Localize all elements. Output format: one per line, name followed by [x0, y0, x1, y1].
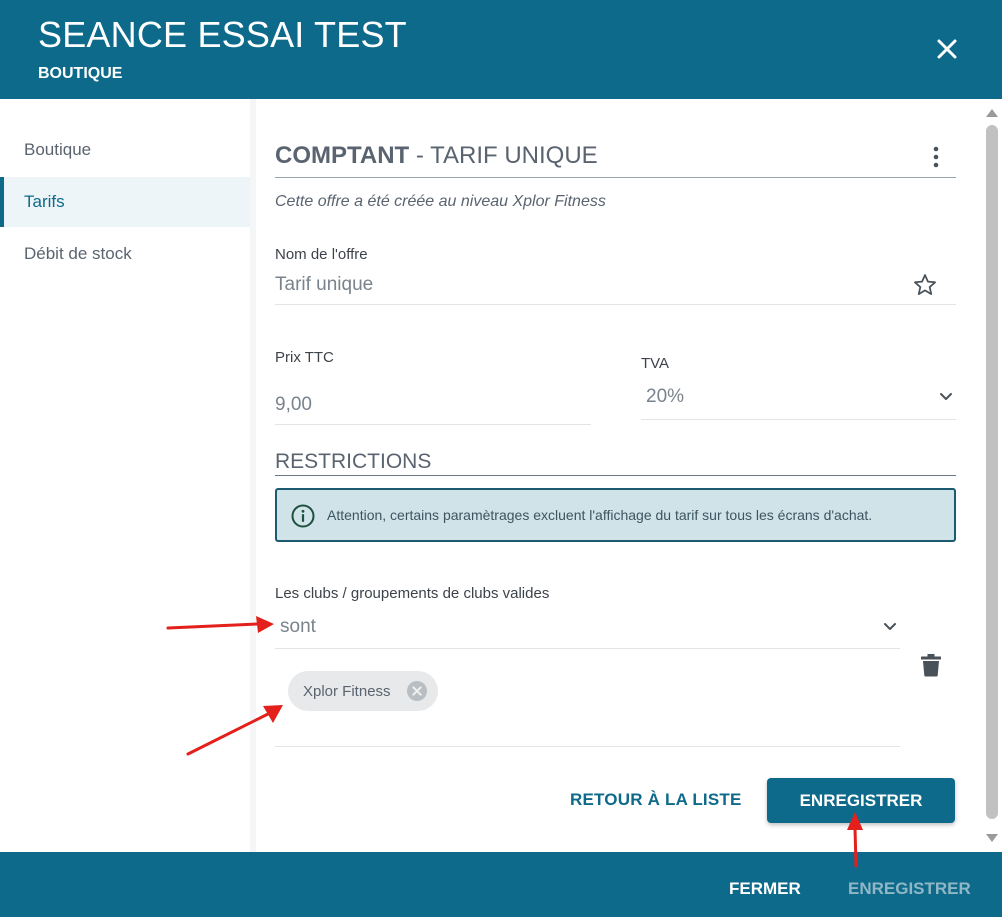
save-button[interactable]: ENREGISTRER — [767, 778, 955, 823]
trash-icon[interactable] — [920, 653, 942, 677]
alert-text: Attention, certains paramètrages excluen… — [327, 507, 873, 523]
chevron-down-icon[interactable] — [939, 392, 953, 402]
scroll-down-arrow-icon[interactable] — [986, 834, 998, 842]
modal-footer: FERMER ENREGISTRER — [0, 852, 1002, 917]
price-underline — [275, 424, 591, 425]
offer-heading: COMPTANT - TARIF UNIQUE — [275, 142, 956, 178]
price-label: Prix TTC — [275, 349, 334, 366]
clubs-operator-select[interactable]: sont — [280, 616, 316, 638]
offer-type: COMPTANT — [275, 142, 410, 169]
offer-name-label: Nom de l'offre — [275, 246, 368, 263]
sidebar-item-boutique[interactable]: Boutique — [0, 125, 250, 175]
offer-name-underline — [275, 304, 956, 305]
scroll-up-arrow-icon[interactable] — [986, 109, 998, 117]
sidebar-item-tarifs[interactable]: Tarifs — [0, 177, 250, 227]
more-options-icon[interactable] — [926, 145, 946, 169]
footer-save-button[interactable]: ENREGISTRER — [848, 879, 971, 899]
club-chip-label: Xplor Fitness — [303, 683, 391, 700]
vat-underline — [641, 419, 956, 420]
clubs-label: Les clubs / groupements de clubs valides — [275, 585, 550, 602]
sidebar-item-debit-de-stock[interactable]: Débit de stock — [0, 229, 250, 279]
sidebar-nav: Boutique Tarifs Débit de stock — [0, 99, 250, 852]
offer-title: TARIF UNIQUE — [430, 142, 598, 169]
remove-chip-icon[interactable] — [406, 680, 428, 702]
restrictions-heading: RESTRICTIONS — [275, 450, 956, 476]
info-icon — [291, 504, 315, 528]
modal-title: SEANCE ESSAI TEST — [38, 14, 407, 55]
offer-heading-separator: - — [409, 142, 431, 169]
star-icon[interactable] — [912, 272, 938, 298]
offer-name-input[interactable]: Tarif unique — [275, 274, 373, 296]
vat-select[interactable]: 20% — [646, 386, 684, 408]
modal-subtitle: BOUTIQUE — [38, 65, 123, 82]
scrollbar-thumb[interactable] — [986, 125, 998, 819]
modal-header: SEANCE ESSAI TEST BOUTIQUE — [0, 0, 1002, 99]
back-to-list-button[interactable]: RETOUR À LA LISTE — [570, 790, 742, 810]
close-icon[interactable] — [930, 32, 964, 66]
club-chip: Xplor Fitness — [288, 671, 438, 711]
vat-label: TVA — [641, 355, 670, 372]
offer-origin-note: Cette offre a été créée au niveau Xplor … — [275, 193, 606, 210]
chevron-down-icon[interactable] — [883, 622, 897, 632]
sidebar-divider — [250, 99, 256, 852]
price-input[interactable]: 9,00 — [275, 394, 312, 416]
clubs-selection-underline — [275, 746, 900, 747]
clubs-operator-underline — [275, 648, 900, 649]
close-button[interactable]: FERMER — [729, 879, 801, 899]
warning-alert: Attention, certains paramètrages excluen… — [275, 488, 956, 542]
